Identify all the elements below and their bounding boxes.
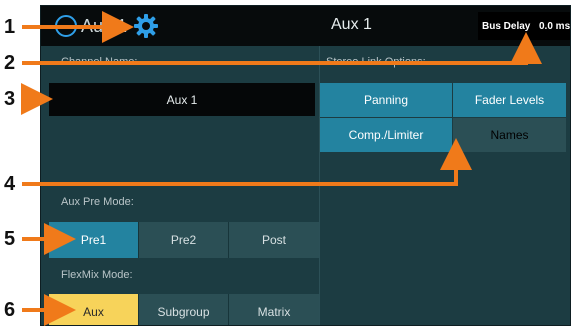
callout-arrows: [21, 11, 542, 326]
callout-arrow-2: [22, 32, 542, 65]
callout-number-6: 6: [4, 299, 16, 321]
callout-arrow-4: [22, 138, 472, 186]
figure: Aux 1 Aux 1 Bus Delay 0.0 ms Channel Nam…: [0, 0, 577, 331]
callout-number-3: 3: [4, 88, 16, 110]
callout-number-2: 2: [4, 52, 16, 74]
callout-number-5: 5: [4, 228, 16, 250]
callout-number-4: 4: [4, 173, 16, 195]
callout-number-1: 1: [4, 16, 16, 38]
